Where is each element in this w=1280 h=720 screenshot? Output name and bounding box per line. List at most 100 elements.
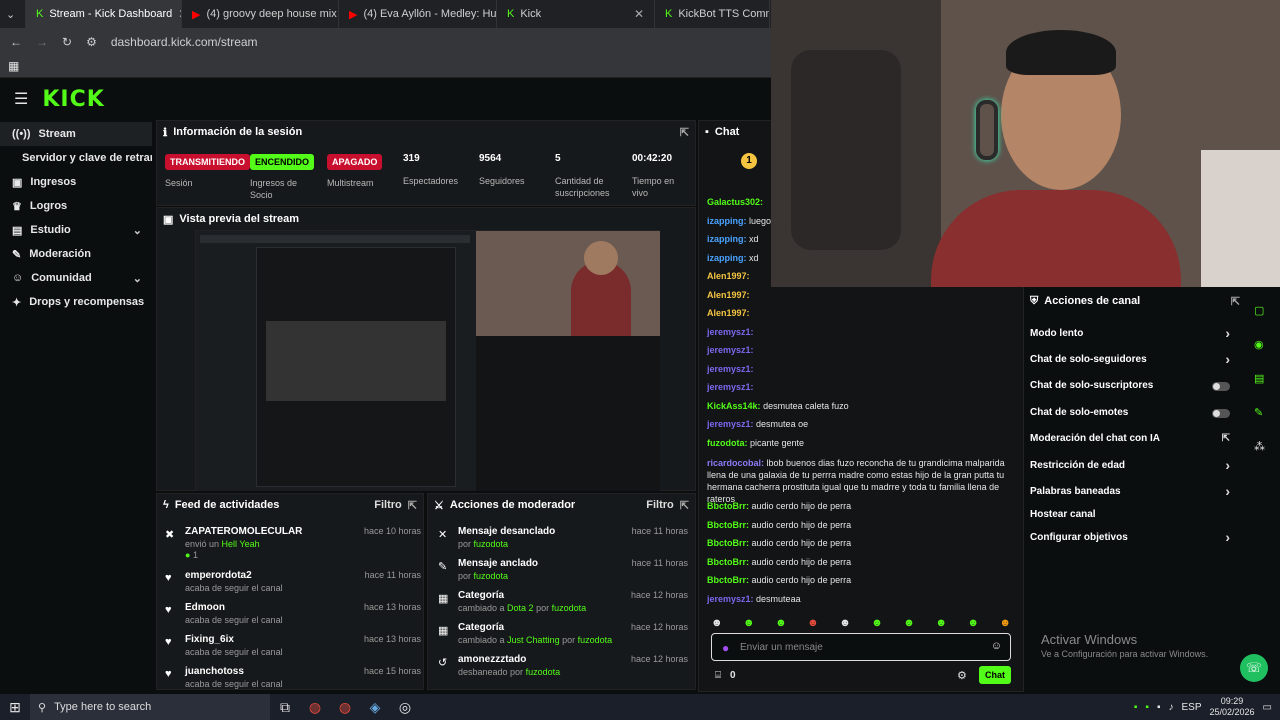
tray-icon[interactable]: ▪	[1145, 702, 1149, 713]
kick-logo[interactable]: KICK	[42, 87, 104, 112]
emote-icon[interactable]: ☻	[967, 617, 979, 629]
site-info-icon[interactable]: ⚙	[86, 35, 97, 49]
emoji-icon[interactable]: ☺	[991, 640, 1002, 652]
mod-user[interactable]: fuzodota	[474, 539, 509, 549]
filter-button[interactable]: Filtro	[374, 499, 402, 511]
sidebar-item-comunidad[interactable]: ☺ Comunidad ⌄	[0, 266, 152, 290]
clock[interactable]: 09:29 25/02/2026	[1210, 696, 1255, 718]
layout-icon[interactable]: ▤	[1254, 372, 1264, 385]
chat-user[interactable]: Alen1997:	[707, 308, 750, 318]
emote-icon[interactable]: ☻	[903, 617, 915, 629]
emote-icon[interactable]: ☻	[999, 617, 1011, 629]
url-field[interactable]: dashboard.kick.com/stream	[111, 35, 258, 49]
chat-user[interactable]: izapping:	[707, 234, 747, 244]
settings-icon[interactable]: ⚙	[957, 669, 967, 682]
chat-user[interactable]: Galactus302:	[707, 197, 763, 207]
wrench-icon[interactable]: ✎	[1254, 406, 1263, 419]
stream-video[interactable]	[195, 230, 660, 491]
popout-icon[interactable]: ⇱	[1231, 295, 1240, 308]
sidebar-item-ingresos[interactable]: ▣ Ingresos	[0, 170, 152, 194]
feed-user[interactable]: Fixing_6ix	[185, 634, 234, 645]
channel-action-item[interactable]: Hostear canal	[1030, 509, 1230, 527]
toggle-switch[interactable]	[1212, 409, 1230, 418]
feed-user[interactable]: ZAPATEROMOLECULAR	[185, 526, 302, 537]
chrome-icon[interactable]: ◍	[330, 694, 360, 720]
taskbar-search[interactable]: ⚲ Type here to search	[30, 694, 270, 720]
chat-user[interactable]: jeremysz1:	[707, 327, 754, 337]
tab-search-button[interactable]: ⌄	[0, 0, 26, 28]
sidebar-item-moderacion[interactable]: ✎ Moderación	[0, 242, 152, 266]
reload-icon[interactable]: ↻	[62, 35, 72, 49]
gift-icon[interactable]: ⌸	[715, 670, 721, 681]
feed-user[interactable]: emperordota2	[185, 570, 252, 581]
chat-user[interactable]: jeremysz1:	[707, 382, 754, 392]
forward-icon[interactable]: →	[36, 35, 48, 49]
emote-icon[interactable]: ☻	[743, 617, 755, 629]
sidebar-item-stream[interactable]: ((•)) Stream	[0, 122, 152, 146]
emote-icon[interactable]: ☻	[839, 617, 851, 629]
chat-user[interactable]: jeremysz1:	[707, 419, 754, 429]
feed-user[interactable]: Edmoon	[185, 602, 225, 613]
tray-icon[interactable]: ▪	[1134, 702, 1138, 713]
channel-action-item[interactable]: Modo lento ›	[1030, 325, 1230, 346]
popout-icon[interactable]: ⇱	[680, 499, 689, 512]
chat-user[interactable]: jeremysz1:	[707, 594, 754, 604]
emote-icon[interactable]: ☻	[807, 617, 819, 629]
chat-user[interactable]: izapping:	[707, 253, 747, 263]
channel-action-item[interactable]: Restricción de edad ›	[1030, 457, 1230, 478]
sidebar-item-logros[interactable]: ♛ Logros	[0, 194, 152, 218]
steam-icon[interactable]: ◈	[360, 694, 390, 720]
channel-action-item[interactable]: Moderación del chat con IA ⇱	[1030, 433, 1230, 451]
tab-youtube-1[interactable]: ▶ (4) groovy deep house mix sesi ✕	[182, 0, 339, 28]
chat-user[interactable]: BbctoBrr:	[707, 538, 749, 548]
chat-user[interactable]: izapping:	[707, 216, 747, 226]
sidebar-item-estudio[interactable]: ▤ Estudio ⌄	[0, 218, 152, 242]
task-view-icon[interactable]: ⧉	[270, 694, 300, 720]
chat-user[interactable]: BbctoBrr:	[707, 501, 749, 511]
chat-send-button[interactable]: Chat	[979, 666, 1011, 684]
chat-user[interactable]: BbctoBrr:	[707, 557, 749, 567]
chat-user[interactable]: jeremysz1:	[707, 364, 754, 374]
tab-kick[interactable]: K Kick ✕	[497, 0, 655, 28]
mod-user[interactable]: fuzodota	[474, 571, 509, 581]
windows-start-icon[interactable]: ⊞	[0, 694, 30, 720]
apps-grid-icon[interactable]: ▦	[8, 59, 19, 73]
obs-icon[interactable]: ◎	[390, 694, 420, 720]
channel-action-item[interactable]: Palabras baneadas ›	[1030, 483, 1230, 504]
chat-input[interactable]: ● Enviar un mensaje ☺	[711, 633, 1011, 661]
tab-kick-dashboard[interactable]: K Stream - Kick Dashboard ✕	[26, 0, 182, 28]
sidebar-item-server-key[interactable]: Servidor y clave de retransmisión	[0, 146, 152, 170]
chat-user[interactable]: Alen1997:	[707, 271, 750, 281]
emote-icon[interactable]: ☻	[935, 617, 947, 629]
broadcast-icon[interactable]: ◉	[1254, 338, 1264, 351]
mod-user[interactable]: fuzodota	[552, 603, 587, 613]
chat-user[interactable]: ricardocobal:	[707, 458, 764, 468]
channel-action-item[interactable]: Chat de solo-suscriptores	[1030, 380, 1230, 398]
language-indicator[interactable]: ESP	[1181, 702, 1201, 713]
menu-icon[interactable]: ☰	[14, 89, 28, 109]
tab-youtube-2[interactable]: ▶ (4) Eva Ayllón - Medley: Huye d ✕	[339, 0, 497, 28]
mic-icon[interactable]: ●	[722, 641, 729, 655]
chat-user[interactable]: BbctoBrr:	[707, 520, 749, 530]
close-icon[interactable]: ✕	[634, 7, 644, 21]
emote-icon[interactable]: ☻	[871, 617, 883, 629]
toggle-switch[interactable]	[1212, 382, 1230, 391]
pinned-badge-icon[interactable]: 1	[741, 153, 757, 169]
mod-user[interactable]: fuzodota	[578, 635, 613, 645]
notification-icon[interactable]: ▭	[1263, 702, 1272, 713]
channel-action-item[interactable]: Configurar objetivos ›	[1030, 529, 1230, 550]
apps-icon[interactable]: ⁂	[1254, 440, 1265, 453]
chat-user[interactable]: fuzodota:	[707, 438, 748, 448]
feed-user[interactable]: juanchotoss	[185, 666, 244, 677]
popout-icon[interactable]: ⇱	[408, 499, 417, 512]
chat-bubble-icon[interactable]: ▢	[1254, 304, 1264, 317]
volume-icon[interactable]: ♪	[1168, 702, 1173, 713]
channel-action-item[interactable]: Chat de solo-emotes	[1030, 407, 1230, 425]
filter-button[interactable]: Filtro	[646, 499, 674, 511]
mod-user[interactable]: fuzodota	[526, 667, 561, 677]
sidebar-item-drops[interactable]: ✦ Drops y recompensas	[0, 290, 152, 314]
tray-icon[interactable]: ▪	[1157, 702, 1161, 713]
chat-user[interactable]: Alen1997:	[707, 290, 750, 300]
channel-action-item[interactable]: Chat de solo-seguidores ›	[1030, 351, 1230, 372]
chat-user[interactable]: KickAss14k:	[707, 401, 761, 411]
